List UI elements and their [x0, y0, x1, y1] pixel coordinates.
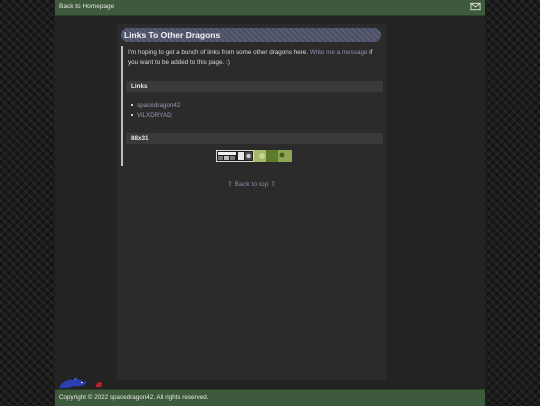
- red-dragon-icon: [96, 382, 102, 387]
- list-item[interactable]: ViLXDRYAD: [131, 111, 180, 121]
- link-spacedragon42[interactable]: spacedragon42: [137, 102, 180, 109]
- intro-text: I'm hoping to get a bunch of links from …: [128, 48, 382, 67]
- back-to-top-link[interactable]: ⇧ Back to top ⇧: [117, 180, 386, 188]
- buttons-section-title: 88x31: [131, 135, 149, 142]
- envelope-icon[interactable]: [470, 1, 481, 12]
- content-card: Links To Other Dragons I'm hoping to get…: [117, 24, 386, 380]
- page-title: Links To Other Dragons: [124, 30, 221, 40]
- write-message-link[interactable]: Write me a message: [310, 49, 368, 56]
- list-item[interactable]: spacedragon42: [131, 101, 180, 111]
- blue-dragon-icon: [59, 377, 87, 388]
- buttons-section-header: 88x31: [126, 133, 383, 144]
- links-section-title: Links: [131, 83, 148, 90]
- page-column: Back to Homepage Links To Other Dragons …: [55, 0, 485, 406]
- bullet-icon: [131, 114, 133, 117]
- links-list: spacedragon42 ViLXDRYAD: [131, 101, 180, 121]
- intro-text-before: I'm hoping to get a bunch of links from …: [128, 49, 310, 56]
- link-vilxdryad[interactable]: ViLXDRYAD: [137, 112, 172, 119]
- bullet-icon: [131, 104, 133, 107]
- back-to-homepage-link[interactable]: Back to Homepage: [59, 3, 114, 10]
- footer-bar: Copyright © 2022 spacedragon42. All righ…: [55, 389, 485, 406]
- links-section-header: Links: [126, 81, 383, 92]
- 88x31-button-1[interactable]: [216, 150, 254, 162]
- card-title-bar: Links To Other Dragons: [121, 28, 381, 42]
- top-nav-bar: Back to Homepage: [55, 0, 485, 16]
- copyright-text: Copyright © 2022 spacedragon42. All righ…: [59, 394, 209, 401]
- 88x31-button-2[interactable]: [254, 150, 292, 162]
- links-panel: I'm hoping to get a bunch of links from …: [121, 46, 384, 166]
